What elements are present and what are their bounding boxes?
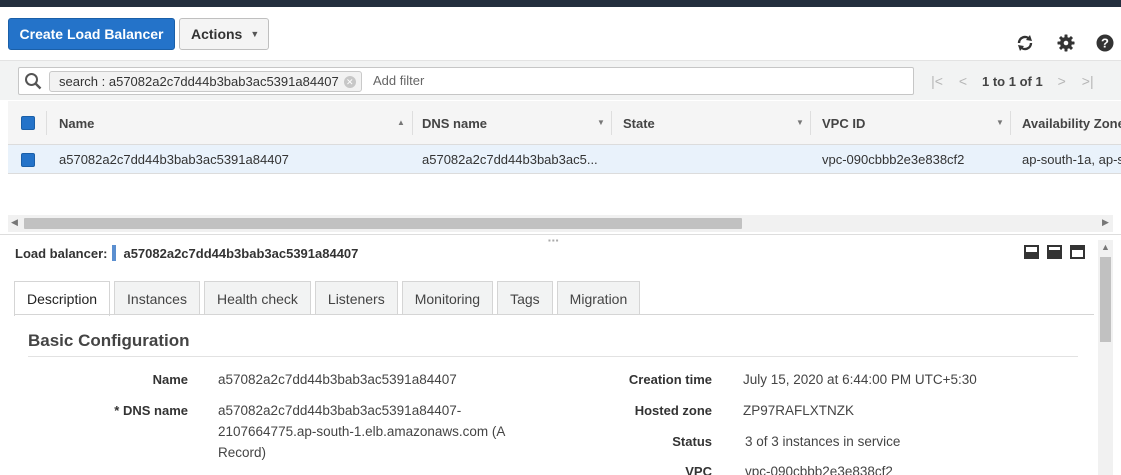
- row-vpc-id: vpc-090cbbb2e3e838cf2: [822, 152, 965, 167]
- search-filter-token[interactable]: search : a57082a2c7dd44b3bab3ac5391a8440…: [49, 71, 362, 92]
- console-top-bar: [0, 0, 1121, 7]
- sort-icon[interactable]: ▼: [996, 118, 1004, 127]
- name-value: a57082a2c7dd44b3bab3ac5391a84407: [218, 372, 457, 387]
- panel-layout-icons: [1024, 245, 1085, 259]
- selection-marker: [112, 245, 117, 261]
- refresh-icon[interactable]: [1013, 32, 1037, 54]
- layout-split-icon[interactable]: [1047, 245, 1062, 259]
- clear-token-icon[interactable]: ✕: [343, 76, 356, 88]
- hosted-zone-value: ZP97RAFLXTNZK: [743, 403, 855, 418]
- row-state: [623, 145, 803, 174]
- column-header-vpc-id[interactable]: VPC ID: [822, 101, 865, 145]
- dns-name-label: * DNS name: [114, 403, 188, 418]
- load-balancer-name: a57082a2c7dd44b3bab3ac5391a84407: [123, 245, 359, 261]
- row-checkbox[interactable]: [21, 145, 35, 174]
- vertical-scroll-thumb[interactable]: [1100, 257, 1111, 342]
- svg-text:?: ?: [1101, 36, 1109, 51]
- dns-name-line-2: 2107664775.ap-south-1.elb.amazonaws.com …: [218, 424, 506, 439]
- vertical-scrollbar[interactable]: ▲: [1098, 240, 1113, 475]
- sort-asc-icon[interactable]: ▲: [397, 118, 405, 127]
- row-availability-zones: ap-south-1a, ap-south-1b: [1022, 152, 1121, 167]
- add-filter-placeholder[interactable]: Add filter: [373, 73, 424, 88]
- chevron-down-icon: ▼: [250, 29, 260, 39]
- prev-page-icon[interactable]: <: [950, 73, 976, 89]
- vpc-value: vpc-090cbbb2e3e838cf2: [745, 464, 893, 475]
- tab-migration[interactable]: Migration: [556, 281, 641, 315]
- tabs-divider: [14, 314, 1094, 315]
- creation-time-value: July 15, 2020 at 6:44:00 PM UTC+5:30: [743, 372, 977, 387]
- search-filter-input[interactable]: search : a57082a2c7dd44b3bab3ac5391a8440…: [18, 67, 914, 95]
- tab-health-check[interactable]: Health check: [203, 281, 311, 315]
- load-balancer-label: Load balancer:: [15, 245, 108, 261]
- load-balancer-table: Name ▲ DNS name ▼ State ▼ VPC ID ▼ Avail…: [8, 101, 1121, 174]
- dns-name-line-1: a57082a2c7dd44b3bab3ac5391a84407-: [218, 403, 462, 418]
- table-header: Name ▲ DNS name ▼ State ▼ VPC ID ▼ Avail…: [8, 101, 1121, 145]
- dns-name-line-3: Record): [218, 445, 267, 460]
- tab-description[interactable]: Description: [14, 281, 111, 316]
- panel-splitter[interactable]: [0, 234, 1121, 238]
- filter-bar: search : a57082a2c7dd44b3bab3ac5391a8440…: [0, 60, 1121, 100]
- creation-time-label: Creation time: [628, 372, 712, 387]
- tab-tags[interactable]: Tags: [497, 281, 553, 315]
- layout-top-icon[interactable]: [1070, 245, 1085, 259]
- tab-instances[interactable]: Instances: [114, 281, 200, 315]
- row-dns-name: a57082a2c7dd44b3bab3ac5...: [422, 152, 598, 167]
- actions-label: Actions: [191, 26, 243, 42]
- pagination: |< < 1 to 1 of 1 > >|: [924, 69, 1101, 93]
- create-load-balancer-button[interactable]: Create Load Balancer: [8, 18, 175, 50]
- actions-dropdown-button[interactable]: Actions ▼: [179, 18, 269, 50]
- select-all-checkbox[interactable]: [21, 101, 35, 145]
- sort-icon[interactable]: ▼: [796, 118, 804, 127]
- status-label: Status: [672, 434, 712, 449]
- sort-icon[interactable]: ▼: [597, 118, 605, 127]
- layout-bottom-icon[interactable]: [1024, 245, 1039, 259]
- help-icon[interactable]: ?: [1093, 32, 1117, 54]
- horizontal-scrollbar[interactable]: ◀ ▶: [8, 215, 1113, 232]
- detail-header: Load balancer: a57082a2c7dd44b3bab3ac539…: [15, 244, 358, 262]
- column-header-dns-name[interactable]: DNS name: [422, 101, 487, 145]
- scroll-right-icon[interactable]: ▶: [1102, 217, 1109, 228]
- section-title: Basic Configuration: [28, 331, 190, 350]
- next-page-icon[interactable]: >: [1049, 73, 1075, 89]
- column-header-state[interactable]: State: [623, 101, 655, 145]
- tab-listeners[interactable]: Listeners: [314, 281, 398, 315]
- search-token-text: search : a57082a2c7dd44b3bab3ac5391a8440…: [59, 74, 339, 89]
- scroll-up-icon[interactable]: ▲: [1101, 242, 1110, 252]
- row-name: a57082a2c7dd44b3bab3ac5391a84407: [59, 152, 289, 167]
- vpc-label: VPC: [685, 464, 712, 475]
- status-value: 3 of 3 instances in service: [745, 434, 901, 449]
- section-divider: [28, 356, 1078, 357]
- name-label: Name: [152, 372, 188, 387]
- horizontal-scroll-thumb[interactable]: [24, 218, 742, 229]
- resize-grip-icon[interactable]: ▪▪▪: [548, 236, 560, 245]
- table-row[interactable]: a57082a2c7dd44b3bab3ac5391a84407 a57082a…: [8, 145, 1121, 174]
- detail-tabs: Description Instances Health check Liste…: [14, 281, 641, 316]
- hosted-zone-label: Hosted zone: [634, 403, 712, 418]
- column-header-availability-zones[interactable]: Availability Zones: [1022, 101, 1121, 145]
- page-range-text: 1 to 1 of 1: [982, 73, 1043, 89]
- search-icon: [24, 72, 42, 90]
- gear-icon[interactable]: [1054, 32, 1078, 54]
- first-page-icon[interactable]: |<: [924, 73, 950, 89]
- tab-monitoring[interactable]: Monitoring: [401, 281, 494, 315]
- last-page-icon[interactable]: >|: [1075, 73, 1101, 89]
- column-header-name[interactable]: Name: [59, 101, 94, 145]
- scroll-left-icon[interactable]: ◀: [11, 217, 18, 228]
